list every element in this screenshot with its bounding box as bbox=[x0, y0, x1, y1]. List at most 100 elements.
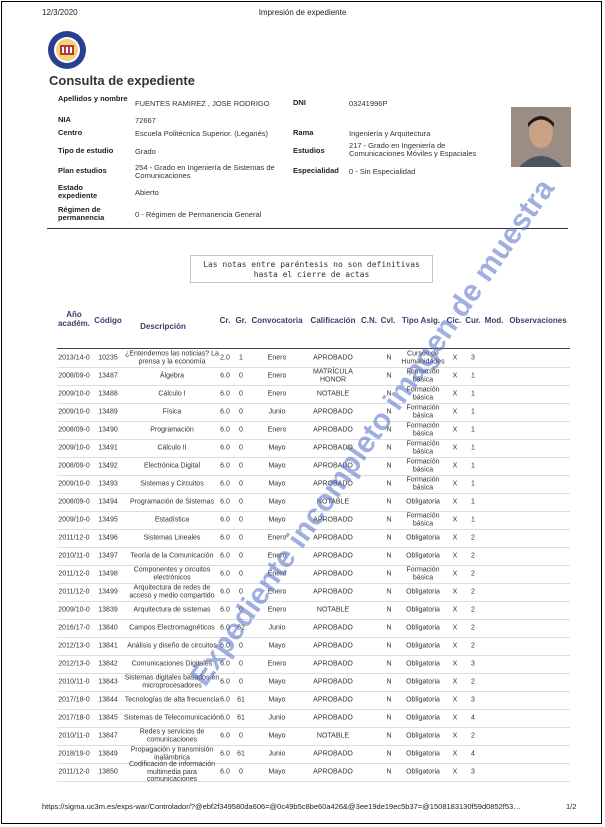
cell-conv: Enero bbox=[267, 660, 287, 668]
table-row: 2008/09-0 13490 Programación 6.0 0 Enero APROB… bbox=[0, 421, 605, 439]
cell-year: 2018/19-0 bbox=[58, 750, 90, 758]
cell-desc: Componentes y circuitos electrónicos bbox=[133, 566, 211, 582]
cell-desc: Sistemas de Telecomunicación bbox=[124, 714, 220, 722]
cell-cn: N bbox=[386, 570, 392, 578]
cell-cn: N bbox=[386, 768, 392, 776]
col-description: Descripción bbox=[140, 322, 186, 331]
cell-code: 13497 bbox=[98, 552, 118, 560]
cell-cur: 4 bbox=[471, 750, 475, 758]
cell-cr: 6.0 bbox=[220, 552, 230, 560]
notice-line-1: Las notas entre paréntesis no son defini… bbox=[203, 260, 420, 269]
cell-gr: 0 bbox=[239, 768, 243, 776]
cell-cur: 1 bbox=[471, 462, 475, 470]
cell-gr: 0 bbox=[239, 642, 243, 650]
cell-tipo: Formación básica bbox=[406, 440, 440, 456]
cell-calif: APROBADO bbox=[313, 516, 353, 524]
cell-year: 2010/11-0 bbox=[58, 552, 90, 560]
name-value: FUENTES RAMIREZ , JOSE RODRIGO bbox=[135, 99, 270, 108]
cell-desc: ¿Entendemos las noticias? La prensa y la… bbox=[125, 350, 219, 366]
cell-cic: X bbox=[452, 408, 458, 416]
cell-gr: 0 bbox=[239, 534, 243, 542]
cell-cr: 6.0 bbox=[220, 408, 230, 416]
cell-cic: X bbox=[452, 480, 458, 488]
table-row: 2017/18-0 13845 Sistemas de Telecomunicaci… bbox=[0, 709, 605, 727]
col-credits: Cr. bbox=[219, 316, 231, 325]
cell-conv: Mayo bbox=[268, 498, 286, 506]
cell-cic: X bbox=[452, 768, 458, 776]
cell-cn: N bbox=[386, 408, 392, 416]
cell-desc: Programación de Sistemas bbox=[129, 498, 215, 506]
cell-cr: 6.0 bbox=[220, 696, 230, 704]
cell-cur: 1 bbox=[471, 390, 475, 398]
cell-cr: 2.0 bbox=[220, 354, 230, 362]
cell-conv: Mayo bbox=[268, 696, 286, 704]
cell-calif: NOTABLE bbox=[316, 498, 350, 506]
cell-calif: APROBADO bbox=[313, 408, 353, 416]
centro-value: Escuela Politécnica Superior. (Leganés) bbox=[135, 129, 268, 138]
estado-value: Abierto bbox=[135, 188, 159, 197]
section-divider bbox=[47, 228, 568, 229]
table-row: 2009/10-0 13839 Arquitectura de sistemas 6.… bbox=[0, 601, 605, 619]
footer-page-number: 1/2 bbox=[566, 802, 577, 811]
cell-cur: 2 bbox=[471, 534, 475, 542]
cell-cn: N bbox=[386, 696, 392, 704]
cell-calif: APROBADO bbox=[313, 678, 353, 686]
table-row: 2009/10-0 13488 Cálculo I 6.0 0 Enero NOTABLE N… bbox=[0, 385, 605, 403]
cell-conv: Junio bbox=[268, 624, 286, 632]
cell-code: 13850 bbox=[98, 768, 118, 776]
cell-cic: X bbox=[452, 534, 458, 542]
cell-year: 2009/10-0 bbox=[58, 408, 90, 416]
cell-desc: Tecnologías de alta frecuencia bbox=[124, 696, 220, 704]
cell-cic: X bbox=[452, 660, 458, 668]
rama-label: Rama bbox=[293, 128, 314, 137]
print-title: Impresión de expediente bbox=[258, 8, 347, 17]
cell-conv: Enero bbox=[267, 390, 287, 398]
estudios-value: 217 - Grado en Ingeniería de Comunicacio… bbox=[349, 141, 477, 158]
name-label: Apellidos y nombre bbox=[58, 94, 128, 103]
cell-tipo: Obligatoria bbox=[406, 534, 440, 542]
cell-cur: 3 bbox=[471, 660, 475, 668]
cell-calif: APROBADO bbox=[313, 714, 353, 722]
cell-tipo: Formación básica bbox=[406, 512, 440, 528]
cell-cr: 6.0 bbox=[220, 768, 230, 776]
cell-year: 2011/12-0 bbox=[58, 570, 90, 578]
table-row: 2011/12-0 13850 Codificación de informació… bbox=[0, 761, 605, 783]
cell-cr: 6.0 bbox=[220, 660, 230, 668]
cell-tipo: Obligatoria bbox=[406, 732, 440, 740]
footer-url: https://sigma.uc3m.es/exps-war/Controlad… bbox=[42, 802, 521, 811]
cell-desc: Arquitectura de sistemas bbox=[133, 606, 211, 614]
cell-code: 13490 bbox=[98, 426, 118, 434]
cell-conv: Mayo bbox=[268, 480, 286, 488]
cell-year: 2016/17-0 bbox=[58, 624, 90, 632]
cell-cr: 6.0 bbox=[220, 534, 230, 542]
nia-value: 72667 bbox=[135, 116, 156, 125]
cell-tipo: Obligatoria bbox=[406, 696, 440, 704]
row-divider bbox=[57, 781, 570, 782]
especialidad-value: 0 - Sin Especialidad bbox=[349, 167, 416, 176]
table-row: 2010/11-0 13843 Sistemas digitales basados… bbox=[0, 673, 605, 691]
cell-gr: 61 bbox=[237, 714, 245, 722]
cell-cn: N bbox=[386, 480, 392, 488]
cell-cr: 6.0 bbox=[220, 714, 230, 722]
cell-tipo: Formación básica bbox=[406, 368, 440, 384]
cell-cn: N bbox=[386, 498, 392, 506]
cell-cr: 6.0 bbox=[220, 480, 230, 488]
cell-tipo: Formación básica bbox=[406, 458, 440, 474]
cell-cr: 6.0 bbox=[220, 462, 230, 470]
table-row: 2011/12-0 13496 Sistemas Lineales 6.0 0 Enero… bbox=[0, 529, 605, 547]
cell-cic: X bbox=[452, 642, 458, 650]
table-row: 2018/19-0 13849 Propagación y transmisión … bbox=[0, 745, 605, 763]
cell-desc: Sistemas Lineales bbox=[143, 534, 201, 542]
cell-calif: NOTABLE bbox=[316, 390, 350, 398]
cell-cic: X bbox=[452, 732, 458, 740]
cell-gr: 0 bbox=[239, 516, 243, 524]
cell-cn: N bbox=[386, 426, 392, 434]
cell-calif: APROBADO bbox=[313, 750, 353, 758]
cell-calif: APROBADO bbox=[313, 768, 353, 776]
cell-cur: 3 bbox=[471, 768, 475, 776]
cell-conv: Mayo bbox=[268, 444, 286, 452]
table-row: 2010/11-0 13847 Redes y servicios de comun… bbox=[0, 727, 605, 745]
table-row: 2011/12-0 13498 Componentes y circuitos el… bbox=[0, 565, 605, 583]
cell-conv: Enero bbox=[267, 372, 287, 380]
cell-tipo: Obligatoria bbox=[406, 624, 440, 632]
